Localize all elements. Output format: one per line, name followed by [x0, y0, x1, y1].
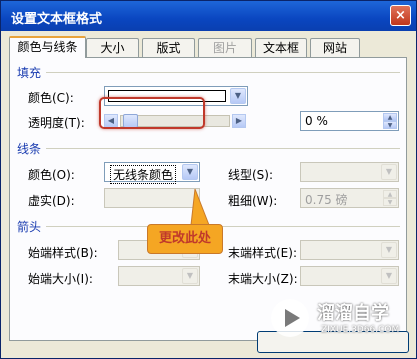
spin-down-icon[interactable]: ▼ [383, 121, 397, 129]
chevron-down-icon[interactable]: ▼ [230, 88, 246, 104]
begin-style-label: 始端样式(B): [28, 246, 98, 260]
transparency-label: 透明度(T): [28, 116, 85, 130]
play-logo-icon [271, 299, 309, 337]
weight-value: 0.75 磅 [305, 193, 348, 207]
transparency-value: 0 % [305, 114, 328, 128]
tab-textbox[interactable]: 文本框 [255, 38, 307, 57]
spin-down-icon: ▼ [383, 198, 397, 206]
end-size-label: 末端大小(Z): [228, 272, 298, 286]
chevron-down-icon: ▼ [381, 268, 397, 284]
title-bar[interactable]: 设置文本框格式 × [1, 1, 416, 31]
end-style-dropdown: ▼ [300, 240, 399, 260]
dialog-title: 设置文本框格式 [11, 12, 103, 27]
line-separator [46, 148, 400, 149]
begin-size-label: 始端大小(I): [28, 272, 93, 286]
close-icon: × [395, 8, 406, 23]
tab-web[interactable]: 网站 [310, 38, 360, 57]
tab-picture: 图片 [198, 38, 252, 57]
arrows-section-heading: 箭头 [17, 220, 42, 234]
weight-spinner: 0.75 磅 ▲ ▼ [300, 188, 399, 208]
watermark-url: ZIXUE.3D66.COM [321, 325, 400, 335]
linetype-dropdown: ▼ [300, 162, 399, 182]
format-textbox-dialog: 设置文本框格式 × 颜色与线条 大小 版式 图片 文本框 网站 填充 颜色(C)… [0, 0, 417, 359]
arrows-separator [46, 226, 400, 227]
chevron-down-icon: ▼ [182, 268, 198, 284]
tab-size[interactable]: 大小 [86, 38, 139, 57]
watermark: 溜溜自学 ZIXUE.3D66.COM [269, 295, 409, 351]
fill-color-label: 颜色(C): [28, 91, 74, 105]
line-color-dropdown[interactable]: 无线条颜色 ▼ [104, 162, 200, 184]
play-logo-glyph [285, 309, 300, 327]
transparency-spinner[interactable]: 0 % ▲ ▼ [300, 111, 399, 131]
chevron-down-icon: ▼ [381, 242, 397, 258]
spin-up-icon: ▲ [383, 190, 397, 198]
callout-label: 更改此处 [147, 224, 223, 254]
dash-label: 虚实(D): [28, 194, 75, 208]
line-color-label: 颜色(O): [28, 168, 75, 182]
tab-colors-lines[interactable]: 颜色与线条 [9, 36, 86, 58]
linetype-label: 线型(S): [228, 168, 274, 182]
fill-section-heading: 填充 [17, 66, 42, 80]
slider-right-icon[interactable]: ▶ [232, 114, 246, 128]
line-color-value: 无线条颜色 [110, 165, 177, 184]
watermark-brand: 溜溜自学 [317, 303, 389, 324]
line-color-highlight [99, 97, 205, 129]
end-size-dropdown: ▼ [300, 266, 399, 286]
chevron-down-icon: ▼ [381, 164, 397, 180]
tab-layout[interactable]: 版式 [142, 38, 195, 57]
spin-up-icon[interactable]: ▲ [383, 113, 397, 121]
begin-size-dropdown: ▼ [118, 266, 200, 286]
end-style-label: 末端样式(E): [228, 246, 297, 260]
callout-pointer [190, 188, 210, 226]
chevron-down-icon[interactable]: ▼ [182, 164, 198, 180]
close-button[interactable]: × [390, 5, 411, 26]
line-section-heading: 线条 [17, 142, 42, 156]
weight-label: 粗细(W): [228, 194, 278, 208]
fill-separator [46, 72, 400, 73]
